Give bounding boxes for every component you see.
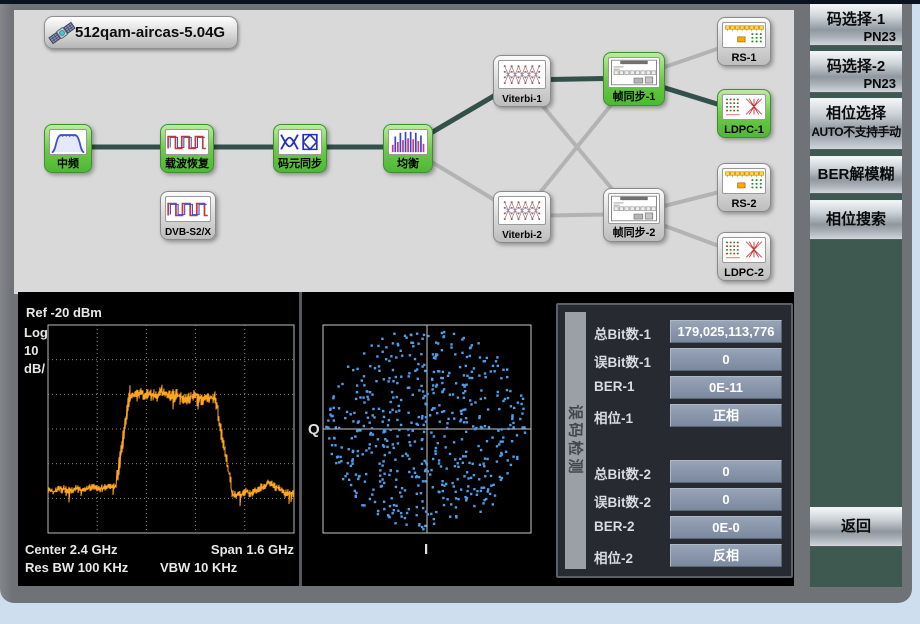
diagram-node-vit2[interactable]: Viterbi-2 (493, 191, 551, 243)
sidebar-button-1[interactable]: 码选择-1PN23 (810, 4, 902, 46)
node-label: Viterbi-1 (494, 94, 550, 105)
sidebar-button-4[interactable]: BER解模糊 (810, 156, 902, 194)
button-sub-label: PN23 (810, 29, 902, 44)
sidebar-button-2[interactable]: 码选择-2PN23 (810, 51, 902, 93)
ber-panel: 误码检测 总Bit数-1179,025,113,776误Bit数-10BER-1… (556, 303, 793, 578)
ber-value-8: 反相 (670, 544, 782, 567)
svg-text:10: 10 (24, 343, 38, 358)
diagram-node-eq[interactable]: 均衡 (383, 124, 433, 173)
spectrum-analyzer: Ref -20 dBm Log 10 dB/Center 2.4 GHz Span 1.… (20, 292, 299, 586)
node-label: 帧同步-1 (604, 88, 664, 104)
ber-value-5: 0 (670, 460, 782, 483)
diagram-node-ldpc1[interactable]: LDPC-1 (717, 89, 771, 138)
node-label: LDPC-1 (718, 124, 770, 136)
trellis-icon (498, 60, 546, 89)
node-label: 中频 (45, 155, 91, 171)
tanner-graph-icon (722, 94, 766, 120)
node-label: 均衡 (384, 155, 432, 171)
tanner-graph-icon (722, 237, 766, 263)
svg-text:Span 1.6 GHz: Span 1.6 GHz (211, 542, 295, 557)
node-label: 载波恢复 (161, 155, 213, 171)
button-label: 码选择-1 (810, 5, 902, 29)
square-wave-icon (165, 129, 209, 155)
ber-value-6: 0 (670, 488, 782, 511)
trellis-icon (498, 196, 546, 225)
svg-text:Center 2.4 GHz: Center 2.4 GHz (25, 542, 118, 557)
svg-text:VBW 10 KHz: VBW 10 KHz (160, 560, 238, 575)
node-label: RS-2 (718, 198, 770, 210)
diagram-node-fs1[interactable]: 帧同步-1 (603, 52, 665, 106)
constellation-display: QI (302, 292, 548, 586)
diagram-node-if[interactable]: 中频 (44, 124, 92, 173)
lfsr-icon (722, 22, 766, 48)
sidebar-button-5[interactable]: 相位搜索 (810, 200, 902, 240)
sidebar-button-3[interactable]: 相位选择AUTO不支持手动 (810, 98, 902, 150)
diagram-node-dvb[interactable]: DVB-S2/X (160, 191, 216, 240)
node-label: LDPC-2 (718, 267, 770, 279)
node-label: Viterbi-2 (494, 230, 550, 241)
svg-text:Ref -20 dBm: Ref -20 dBm (26, 305, 102, 320)
node-label: 码元同步 (274, 155, 326, 171)
button-label: 相位选择 (810, 99, 902, 123)
square-wave-icon (165, 196, 211, 222)
eye-diagram-icon (278, 129, 322, 155)
svg-text:dB/: dB/ (24, 361, 45, 376)
diagram-node-vit1[interactable]: Viterbi-1 (493, 55, 551, 107)
svg-text:I: I (424, 541, 428, 558)
svg-text:Res BW 100 KHz: Res BW 100 KHz (25, 560, 129, 575)
ber-value-4: 正相 (670, 404, 782, 427)
ber-panel-title: 误码检测 (565, 404, 586, 476)
return-button-label: 返回 (810, 508, 902, 546)
equalizer-bars-icon (388, 129, 428, 155)
display-strip: Ref -20 dBm Log 10 dB/Center 2.4 GHz Span 1.… (18, 292, 794, 586)
svg-text:Log: Log (24, 325, 48, 340)
button-label: 相位搜索 (810, 201, 902, 239)
button-label: 码选择-2 (810, 52, 902, 76)
frame-sync-icon (608, 57, 660, 88)
button-label: BER解模糊 (810, 157, 902, 193)
satellite-icon (47, 19, 77, 47)
signal-title: 512qam-aircas-5.04G (75, 24, 225, 41)
node-label: DVB-S2/X (161, 227, 215, 238)
button-sub-label: PN23 (810, 76, 902, 91)
diagram-node-ldpc2[interactable]: LDPC-2 (717, 232, 771, 281)
diagram-node-carrier[interactable]: 载波恢复 (160, 124, 214, 173)
diagram-node-fs2[interactable]: 帧同步-2 (603, 188, 665, 242)
ber-panel-side-strip: 误码检测 (565, 312, 586, 569)
diagram-node-symsync[interactable]: 码元同步 (273, 124, 327, 173)
return-button[interactable]: 返回 (810, 507, 902, 547)
ber-value-1: 179,025,113,776 (670, 320, 782, 343)
signal-chain-diagram: 中频 载波恢复 码元同步 DVB-S2/X 均衡 Viterbi-1 Viterbi-2 帧同… (14, 10, 794, 294)
lfsr-icon (722, 168, 766, 194)
svg-text:Q: Q (308, 421, 320, 438)
node-label: 帧同步-2 (604, 224, 664, 240)
signal-title-badge[interactable]: 512qam-aircas-5.04G (44, 16, 238, 49)
frame-sync-icon (608, 193, 660, 224)
button-sub-label: AUTO不支持手动 (810, 123, 902, 140)
node-label: RS-1 (718, 52, 770, 64)
ber-value-2: 0 (670, 348, 782, 371)
if-spectrum-icon (49, 129, 87, 155)
ber-value-3: 0E-11 (670, 376, 782, 399)
diagram-node-rs1[interactable]: RS-1 (717, 17, 771, 66)
diagram-node-rs2[interactable]: RS-2 (717, 163, 771, 212)
sidebar: 码选择-1PN23码选择-2PN23相位选择AUTO不支持手动BER解模糊相位搜… (810, 4, 902, 587)
main-frame: 中频 载波恢复 码元同步 DVB-S2/X 均衡 Viterbi-1 Viterbi-2 帧同… (0, 4, 912, 603)
ber-value-7: 0E-0 (670, 516, 782, 539)
